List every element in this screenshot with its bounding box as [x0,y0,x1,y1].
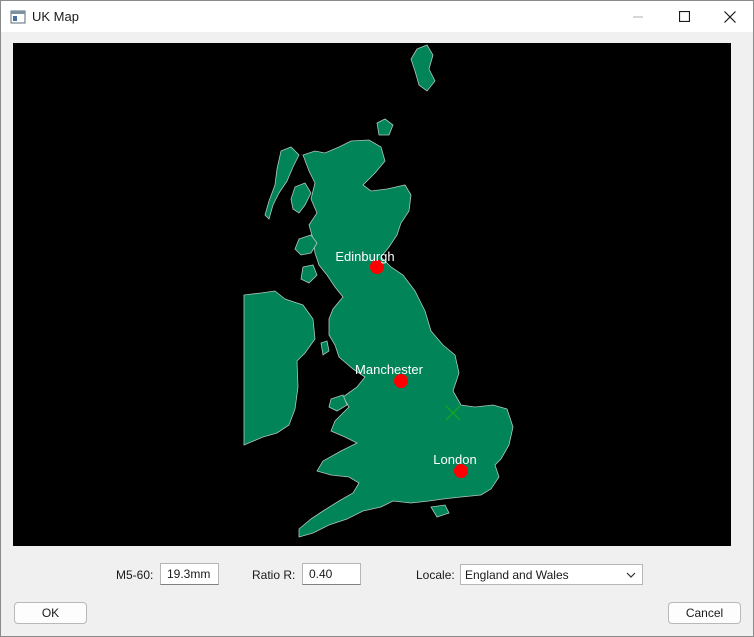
anglesey-island [328,394,348,412]
chevron-down-icon [626,572,636,578]
close-icon [724,10,736,23]
isle-of-wight [430,504,450,518]
ratio-value-field[interactable] [302,563,361,585]
map-canvas[interactable]: Edinburgh Manchester London [13,43,731,546]
uk-map-window: UK Map Edinburgh Manchester London M5-60… [0,0,754,637]
great-britain-landmass [298,139,514,538]
app-icon [10,10,26,24]
ireland-landmass [243,290,316,446]
mull-island [294,234,318,256]
maximize-icon [678,11,690,22]
cancel-button-label: Cancel [685,606,724,620]
ok-button[interactable]: OK [14,602,87,624]
orkney-islands [376,118,394,136]
ratio-label: Ratio R: [252,568,296,582]
m5-value-field[interactable] [160,563,219,585]
city-label-manchester: Manchester [355,362,424,377]
locale-selected-value: England and Wales [465,568,569,582]
locale-dropdown[interactable]: England and Wales [460,564,643,585]
city-label-edinburgh: Edinburgh [335,249,394,264]
uk-map-graphic: Edinburgh Manchester London [243,44,514,538]
maximize-button[interactable] [661,1,707,32]
isle-of-man [320,340,330,356]
m5-label: M5-60: [116,568,154,582]
islay-island [300,264,318,284]
ok-button-label: OK [41,606,60,620]
locale-label: Locale: [416,568,455,582]
minimize-icon [633,16,643,17]
close-button[interactable] [707,1,753,32]
shetland-islands [410,44,436,92]
window-title: UK Map [32,9,79,24]
cancel-button[interactable]: Cancel [668,602,741,624]
city-label-london: London [433,452,476,467]
skye-island [290,182,312,214]
minimize-button[interactable] [615,1,661,32]
title-bar[interactable]: UK Map [1,1,753,32]
